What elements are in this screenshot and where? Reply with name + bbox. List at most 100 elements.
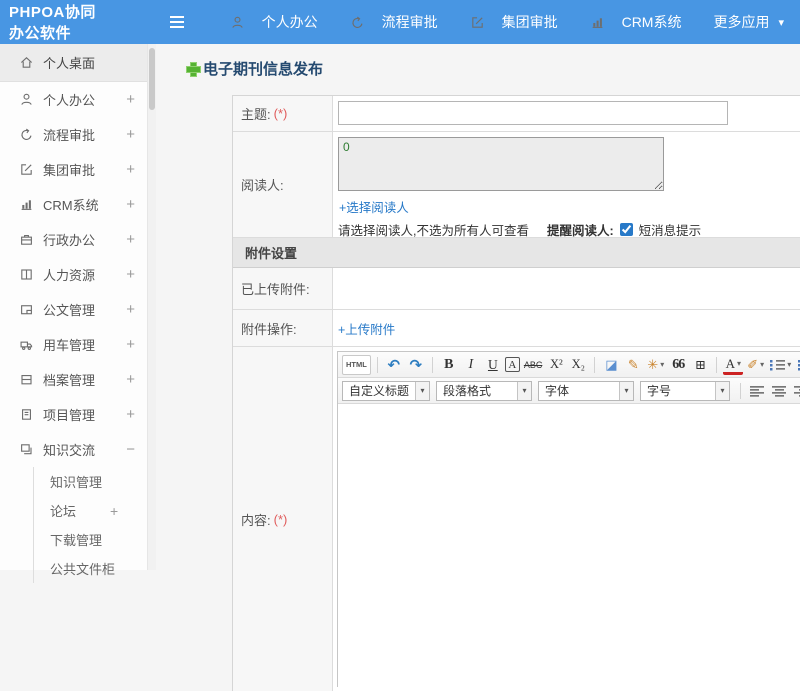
autotypeset-icon[interactable]: ✳▾ bbox=[645, 355, 666, 375]
upload-attachment-link[interactable]: +上传附件 bbox=[338, 319, 395, 338]
nav-personal-office[interactable]: 个人办公 bbox=[230, 12, 318, 32]
expand-toggle[interactable]: + bbox=[126, 196, 135, 213]
collapse-toggle[interactable]: − bbox=[126, 441, 135, 458]
select-value: 字体 bbox=[539, 382, 575, 399]
toolbar-separator bbox=[377, 357, 378, 373]
sidebar-item-crm[interactable]: CRM系统 + bbox=[0, 187, 147, 222]
chevron-down-icon[interactable]: ▾ bbox=[415, 382, 429, 400]
insert-table-icon[interactable]: ⊞ bbox=[690, 355, 710, 375]
ordered-list-icon[interactable]: ▾ bbox=[768, 355, 793, 375]
sidebar-item-desktop[interactable]: 个人桌面 bbox=[0, 44, 147, 82]
nav-workflow-approval[interactable]: 流程审批 bbox=[350, 12, 438, 32]
nav-crm-system[interactable]: CRM系统 bbox=[590, 12, 682, 32]
align-right-icon[interactable] bbox=[791, 381, 800, 401]
sidebar-subitem-label: 公共文件柜 bbox=[50, 559, 115, 578]
sidebar-subitem-download-mgmt[interactable]: 下载管理 bbox=[34, 525, 147, 554]
nav-label: 集团审批 bbox=[502, 12, 558, 32]
expand-toggle[interactable]: + bbox=[126, 336, 135, 353]
attachment-section-title: 附件设置 bbox=[245, 243, 297, 262]
readers-textarea[interactable]: 0 bbox=[338, 137, 664, 191]
sidebar-subitem-public-cabinet[interactable]: 公共文件柜 bbox=[34, 554, 147, 583]
nav-label: 更多应用 bbox=[713, 12, 769, 32]
readers-note: 请选择阅读人,不选为所有人可查看 bbox=[338, 220, 529, 239]
html-source-button[interactable]: HTML bbox=[342, 355, 371, 375]
subscript-icon[interactable]: X₂ bbox=[568, 355, 588, 375]
undo-icon[interactable]: ↶ bbox=[384, 355, 404, 375]
toolbar-separator bbox=[716, 357, 717, 373]
dropdown-caret-icon[interactable]: ▾ bbox=[660, 360, 664, 369]
custom-title-select[interactable]: 自定义标题▾ bbox=[342, 381, 430, 401]
sidebar-item-archive-mgmt[interactable]: 档案管理 + bbox=[0, 362, 147, 397]
font-family-select[interactable]: 字体 ▾ bbox=[538, 381, 634, 401]
font-border-icon[interactable]: A bbox=[505, 357, 520, 372]
sidebar-item-document-mgmt[interactable]: 公文管理 + bbox=[0, 292, 147, 327]
chevron-down-icon[interactable]: ▾ bbox=[715, 382, 729, 400]
expand-toggle[interactable]: + bbox=[126, 91, 135, 108]
dropdown-caret-icon[interactable]: ▾ bbox=[737, 357, 741, 370]
nav-label: 个人办公 bbox=[262, 12, 318, 32]
dropdown-caret-icon[interactable]: ▾ bbox=[760, 360, 764, 369]
sidebar-item-project-mgmt[interactable]: 项目管理 + bbox=[0, 397, 147, 432]
sidebar-item-label: 流程审批 bbox=[43, 125, 126, 144]
expand-toggle[interactable]: + bbox=[126, 126, 135, 143]
sidebar-scrollbar[interactable] bbox=[148, 44, 156, 570]
expand-toggle[interactable]: + bbox=[126, 231, 135, 248]
nav-more-apps[interactable]: 更多应用 ▾ bbox=[713, 12, 784, 32]
subject-input[interactable] bbox=[338, 101, 728, 125]
subject-label: 主题: bbox=[241, 104, 271, 123]
process-icon bbox=[18, 127, 34, 143]
redo-icon[interactable]: ↷ bbox=[406, 355, 426, 375]
paragraph-format-select[interactable]: 段落格式▾ bbox=[436, 381, 532, 401]
sidebar-item-personal-office[interactable]: 个人办公 + bbox=[0, 82, 147, 117]
scrollbar-thumb[interactable] bbox=[149, 48, 155, 110]
sidebar-subitem-knowledge-mgmt[interactable]: 知识管理 bbox=[34, 467, 147, 496]
align-center-icon[interactable] bbox=[769, 381, 789, 401]
align-left-icon[interactable] bbox=[747, 381, 767, 401]
sidebar-item-knowledge[interactable]: 知识交流 − bbox=[0, 432, 147, 467]
sidebar-item-label: 集团审批 bbox=[43, 160, 126, 179]
green-plus-icon bbox=[186, 62, 199, 75]
expand-toggle[interactable]: + bbox=[126, 371, 135, 388]
bold-icon[interactable]: B bbox=[439, 355, 459, 375]
nav-label: 流程审批 bbox=[382, 12, 438, 32]
superscript-icon[interactable]: X² bbox=[546, 355, 566, 375]
expand-toggle[interactable]: + bbox=[126, 266, 135, 283]
attachment-ops-label: 附件操作: bbox=[241, 319, 297, 338]
sidebar-item-workflow-approval[interactable]: 流程审批 + bbox=[0, 117, 147, 152]
font-color-icon[interactable]: A▾ bbox=[723, 355, 743, 375]
layers-icon bbox=[18, 442, 34, 458]
hamburger-menu-icon[interactable] bbox=[170, 16, 183, 29]
sidebar-item-admin-office[interactable]: 行政办公 + bbox=[0, 222, 147, 257]
sidebar-item-hr[interactable]: 人力资源 + bbox=[0, 257, 147, 292]
uploaded-label: 已上传附件: bbox=[241, 279, 310, 298]
sidebar-item-label: 个人办公 bbox=[43, 90, 126, 109]
rich-text-editor: HTML↶↷BIUAABCX²X₂◪✎✳▾66⊞A▾✐▾▾ 自定义标题▾段落格式… bbox=[337, 351, 800, 687]
eraser-icon[interactable]: ◪ bbox=[601, 355, 621, 375]
sidebar-subitem-forum[interactable]: 论坛 + bbox=[34, 496, 147, 525]
chevron-down-icon[interactable]: ▾ bbox=[619, 382, 633, 400]
format-painter-icon[interactable]: ✎ bbox=[623, 355, 643, 375]
notebook-icon bbox=[18, 407, 34, 423]
highlight-color-icon[interactable]: ✐▾ bbox=[745, 355, 766, 375]
font-size-select[interactable]: 字号▾ bbox=[640, 381, 730, 401]
expand-toggle[interactable]: + bbox=[110, 503, 118, 519]
select-readers-link[interactable]: +选择阅读人 bbox=[339, 197, 409, 216]
chevron-down-icon[interactable]: ▾ bbox=[517, 382, 531, 400]
italic-icon[interactable]: I bbox=[461, 355, 481, 375]
app-title: PHPOA协同办公软件 bbox=[0, 1, 108, 43]
sidebar-item-group-approval[interactable]: 集团审批 + bbox=[0, 152, 147, 187]
blockquote-icon[interactable]: 66 bbox=[668, 355, 688, 375]
expand-toggle[interactable]: + bbox=[126, 406, 135, 423]
sidebar-subitem-label: 知识管理 bbox=[50, 472, 102, 491]
sms-remind-checkbox[interactable] bbox=[620, 223, 633, 236]
archive-icon bbox=[18, 372, 34, 388]
sidebar-item-vehicle-mgmt[interactable]: 用车管理 + bbox=[0, 327, 147, 362]
underline-icon[interactable]: U bbox=[483, 355, 503, 375]
unordered-list-icon[interactable] bbox=[795, 355, 800, 375]
strikethrough-icon[interactable]: ABC bbox=[522, 355, 545, 375]
dropdown-caret-icon[interactable]: ▾ bbox=[787, 360, 791, 369]
expand-toggle[interactable]: + bbox=[126, 161, 135, 178]
expand-toggle[interactable]: + bbox=[126, 301, 135, 318]
editor-content-area[interactable] bbox=[338, 404, 800, 688]
nav-group-approval[interactable]: 集团审批 bbox=[470, 12, 558, 32]
